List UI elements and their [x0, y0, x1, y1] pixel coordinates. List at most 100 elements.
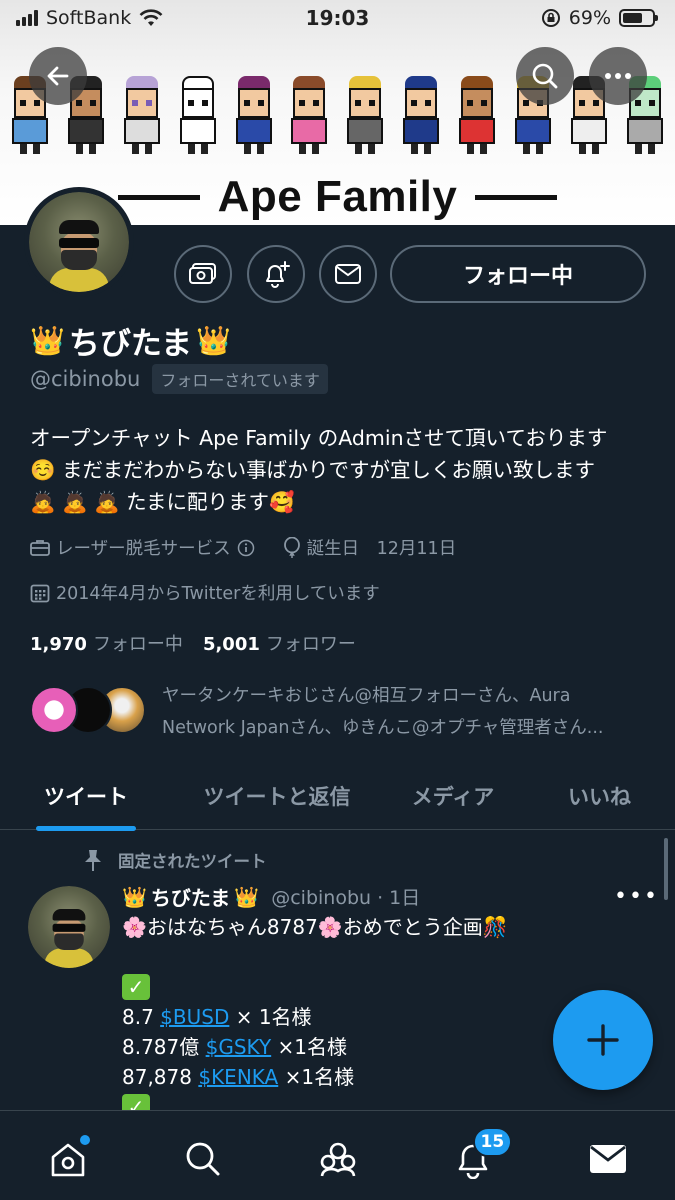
following-count[interactable]: 1,970 [30, 634, 87, 655]
tab-likes[interactable]: いいね [524, 762, 675, 829]
pinned-label-text: 固定されたツイート [118, 852, 267, 871]
followed-by-line: Network Japanさん、ゆきんこ@オプチャ管理者さん... [162, 718, 604, 738]
giveaway-line: 8.7 $BUSD × 1名様 [122, 1002, 542, 1032]
search-icon [532, 63, 558, 89]
tweet-check-line: ✓ [122, 972, 542, 1002]
tweet-text-line [122, 942, 542, 972]
giveaway-winners: ×1名様 [271, 1035, 348, 1059]
communities-icon [320, 1142, 355, 1177]
back-arrow-icon [47, 66, 69, 86]
profile-tabs: ツイート ツイートと返信 メディア いいね [0, 762, 675, 830]
bio-line: 🙇 🙇 🙇 たまに配ります🥰 [30, 490, 295, 514]
tweet-author-name[interactable]: ちびたま [151, 882, 230, 911]
followers-label[interactable]: フォロワー [266, 630, 356, 656]
tweet-author-avatar[interactable] [28, 886, 110, 968]
rotation-lock-icon [541, 9, 560, 27]
followed-by-line: ヤータンケーキおじさん@相互フォローさん、Aura [162, 686, 571, 706]
nav-messages[interactable] [578, 1135, 638, 1183]
compose-tweet-button[interactable] [553, 990, 653, 1090]
handle-row: @cibinobu フォローされています [30, 364, 328, 394]
plus-icon [587, 1024, 619, 1056]
search-button[interactable] [516, 47, 574, 105]
signal-icon [16, 10, 38, 26]
giveaway-amount: 8.787億 [122, 1035, 206, 1059]
avatar-image [29, 192, 129, 292]
tweet-body: 🌸おはなちゃん8787🌸おめでとう企画🎊 ✓ 8.7 $BUSD × 1名様 8… [122, 912, 542, 1122]
user-handle: @cibinobu [30, 367, 141, 391]
tip-button[interactable] [174, 245, 232, 303]
crown-icon: 👑 [234, 884, 260, 909]
status-bar: SoftBank 19:03 69% [0, 0, 675, 36]
crown-icon: 👑 [122, 884, 147, 909]
bio-line: オープンチャット Ape Family のAdminさせて頂いております [30, 426, 608, 450]
profile-birthday: 誕生日 12月11日 [306, 539, 457, 559]
money-icon [189, 263, 216, 284]
tweet-more-button[interactable]: ••• [614, 884, 659, 909]
envelope-icon [335, 264, 361, 284]
banner-line-left [117, 194, 200, 200]
tab-tweets[interactable]: ツイート [0, 762, 172, 829]
pinned-tweet-label: 固定されたツイート [82, 848, 267, 872]
bio-line: ☺️ まだまだわからない事ばかりですが宜しくお願い致します [30, 458, 596, 482]
back-button[interactable] [29, 47, 87, 105]
pixel-character [287, 76, 331, 154]
notify-button[interactable] [247, 245, 305, 303]
giveaway-line: 8.787億 $GSKY ×1名様 [122, 1032, 542, 1062]
followed-by-text: ヤータンケーキおじさん@相互フォローさん、Aura Network Japanさ… [162, 680, 642, 744]
banner-line-right [475, 194, 558, 200]
status-left: SoftBank [16, 7, 163, 29]
more-options-button[interactable] [589, 47, 647, 105]
display-name-row: 👑 ちびたま 👑 [30, 318, 231, 363]
cashtag-link[interactable]: $GSKY [206, 1035, 272, 1059]
check-mark-icon: ✓ [122, 974, 150, 1000]
pixel-character [232, 76, 276, 154]
search-icon [186, 1142, 219, 1176]
giveaway-winners: ×1名様 [278, 1065, 355, 1089]
nav-communities[interactable] [308, 1135, 368, 1183]
pixel-character [343, 76, 387, 154]
giveaway-line: 87,878 $KENKA ×1名様 [122, 1062, 542, 1092]
tab-tweets-and-replies[interactable]: ツイートと返信 [172, 762, 382, 829]
followers-count[interactable]: 5,001 [203, 634, 260, 655]
pixel-character [120, 76, 164, 154]
cashtag-link[interactable]: $KENKA [198, 1065, 278, 1089]
follow-counts: 1,970 フォロー中 5,001 フォロワー [30, 630, 370, 656]
message-button[interactable] [319, 245, 377, 303]
status-right: 69% [541, 7, 658, 29]
battery-icon [619, 9, 658, 27]
nav-home[interactable] [38, 1135, 98, 1183]
nav-search[interactable] [173, 1135, 233, 1183]
notifications-badge: 15 [472, 1127, 513, 1157]
profile-bio: オープンチャット Ape Family のAdminさせて頂いております ☺️ … [30, 422, 655, 518]
avatar [30, 686, 78, 734]
nav-notifications[interactable]: 15 [443, 1127, 513, 1183]
calendar-icon [30, 584, 50, 602]
profile-category: レーザー脱毛サービス [56, 539, 231, 559]
balloon-icon [283, 536, 300, 558]
home-icon [51, 1143, 84, 1177]
display-name: ちびたま [68, 326, 192, 362]
profile-avatar[interactable] [24, 187, 134, 297]
scrollbar[interactable] [664, 838, 668, 900]
follows-you-badge: フォローされています [152, 364, 328, 394]
more-horizontal-icon [605, 73, 631, 79]
briefcase-icon [30, 539, 50, 556]
followed-by-row[interactable]: ヤータンケーキおじさん@相互フォローさん、Aura Network Japanさ… [30, 680, 650, 744]
following-label[interactable]: フォロー中 [93, 630, 183, 656]
profile-meta-row: レーザー脱毛サービス 誕生日 12月11日 [30, 535, 456, 560]
tab-media[interactable]: メディア [382, 762, 524, 829]
carrier-name: SoftBank [46, 7, 132, 29]
following-button[interactable]: フォロー中 [390, 245, 646, 303]
cashtag-link[interactable]: $BUSD [160, 1005, 229, 1029]
tweet-handle-time: @cibinobu · 1日 [271, 887, 421, 909]
banner-pixel-characters [0, 76, 675, 158]
crown-icon: 👑 [30, 324, 65, 357]
pixel-character [455, 76, 499, 154]
battery-level [623, 13, 643, 23]
info-icon[interactable] [237, 539, 255, 557]
pixel-character [176, 76, 220, 154]
giveaway-amount: 8.7 [122, 1005, 161, 1029]
crown-icon: 👑 [195, 324, 231, 357]
banner-title: Ape Family [217, 172, 458, 221]
profile-joined-row: 2014年4月からTwitterを利用しています [30, 580, 380, 605]
